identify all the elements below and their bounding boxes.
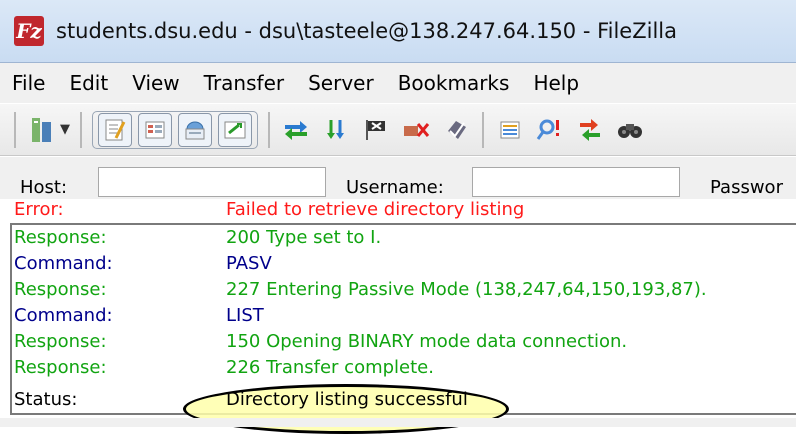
log-type: Response: bbox=[14, 331, 107, 352]
log-message: Failed to retrieve directory listing bbox=[226, 199, 525, 220]
log-row-status: Status: Directory listing successful bbox=[10, 389, 796, 413]
username-input[interactable] bbox=[472, 167, 680, 197]
log-type: Response: bbox=[14, 227, 107, 248]
log-type: Error: bbox=[14, 199, 64, 220]
log-row: Response: 200 Type set to I. bbox=[10, 227, 796, 251]
menu-edit[interactable]: Edit bbox=[57, 71, 120, 95]
host-input[interactable] bbox=[98, 167, 326, 197]
log-type: Command: bbox=[14, 253, 113, 274]
menu-transfer[interactable]: Transfer bbox=[192, 71, 296, 95]
toolbar-separator bbox=[482, 111, 484, 148]
message-log[interactable]: Error: Failed to retrieve directory list… bbox=[10, 199, 796, 434]
window-bottom-edge bbox=[0, 418, 796, 427]
log-row: Response: 150 Opening BINARY mode data c… bbox=[10, 331, 796, 355]
synchronized-browsing-icon[interactable] bbox=[573, 113, 607, 147]
log-row: Command: PASV bbox=[10, 253, 796, 277]
toolbar-grip bbox=[14, 111, 16, 148]
log-message: LIST bbox=[226, 305, 264, 326]
log-message: PASV bbox=[226, 253, 272, 274]
menu-bookmarks[interactable]: Bookmarks bbox=[386, 71, 522, 95]
log-type: Command: bbox=[14, 305, 113, 326]
toolbar-separator bbox=[80, 111, 82, 148]
username-label: Username: bbox=[346, 177, 444, 198]
menu-help[interactable]: Help bbox=[521, 71, 591, 95]
log-message: 200 Type set to I. bbox=[226, 227, 382, 248]
host-label: Host: bbox=[20, 177, 68, 198]
directory-filters-icon[interactable] bbox=[493, 113, 527, 147]
log-row: Response: 227 Entering Passive Mode (138… bbox=[10, 279, 796, 303]
directory-comparison-icon[interactable] bbox=[533, 113, 567, 147]
toggle-queue-icon[interactable] bbox=[218, 112, 252, 147]
site-manager-dropdown-icon[interactable]: ▼ bbox=[60, 122, 70, 137]
log-message: Directory listing successful bbox=[226, 389, 468, 410]
title-bar: Fz students.dsu.edu - dsu\tasteele@138.2… bbox=[0, 0, 796, 63]
toggle-log-icon[interactable] bbox=[98, 112, 132, 147]
toolbar: ▼ bbox=[0, 104, 796, 156]
menu-view[interactable]: View bbox=[120, 71, 191, 95]
site-manager-icon[interactable] bbox=[25, 113, 59, 147]
window-title: students.dsu.edu - dsu\tasteele@138.247.… bbox=[56, 19, 677, 43]
log-type: Response: bbox=[14, 279, 107, 300]
cancel-operation-icon[interactable] bbox=[359, 113, 393, 147]
reconnect-icon[interactable] bbox=[439, 113, 473, 147]
menu-bar: File Edit View Transfer Server Bookmarks… bbox=[0, 63, 796, 103]
quickconnect-bar: Host: Username: Passwor bbox=[0, 157, 796, 199]
password-label: Passwor bbox=[710, 177, 783, 198]
log-row: Response: 226 Transfer complete. bbox=[10, 357, 796, 381]
disconnect-icon[interactable] bbox=[399, 113, 433, 147]
toolbar-separator bbox=[268, 111, 270, 148]
toggle-panels-group bbox=[92, 110, 258, 149]
log-type: Status: bbox=[14, 389, 78, 410]
menu-server[interactable]: Server bbox=[296, 71, 386, 95]
log-type: Response: bbox=[14, 357, 107, 378]
menu-file[interactable]: File bbox=[0, 71, 57, 95]
log-row-error: Error: Failed to retrieve directory list… bbox=[10, 199, 796, 223]
filezilla-logo-icon: Fz bbox=[14, 16, 44, 46]
refresh-icon[interactable] bbox=[279, 113, 313, 147]
log-message: 150 Opening BINARY mode data connection. bbox=[226, 331, 628, 352]
process-queue-icon[interactable] bbox=[319, 113, 353, 147]
toggle-remote-tree-icon[interactable] bbox=[178, 112, 212, 147]
toggle-local-tree-icon[interactable] bbox=[138, 112, 172, 147]
search-remote-files-icon[interactable] bbox=[613, 113, 647, 147]
log-message: 226 Transfer complete. bbox=[226, 357, 434, 378]
log-message: 227 Entering Passive Mode (138,247,64,15… bbox=[226, 279, 707, 300]
log-row: Command: LIST bbox=[10, 305, 796, 329]
